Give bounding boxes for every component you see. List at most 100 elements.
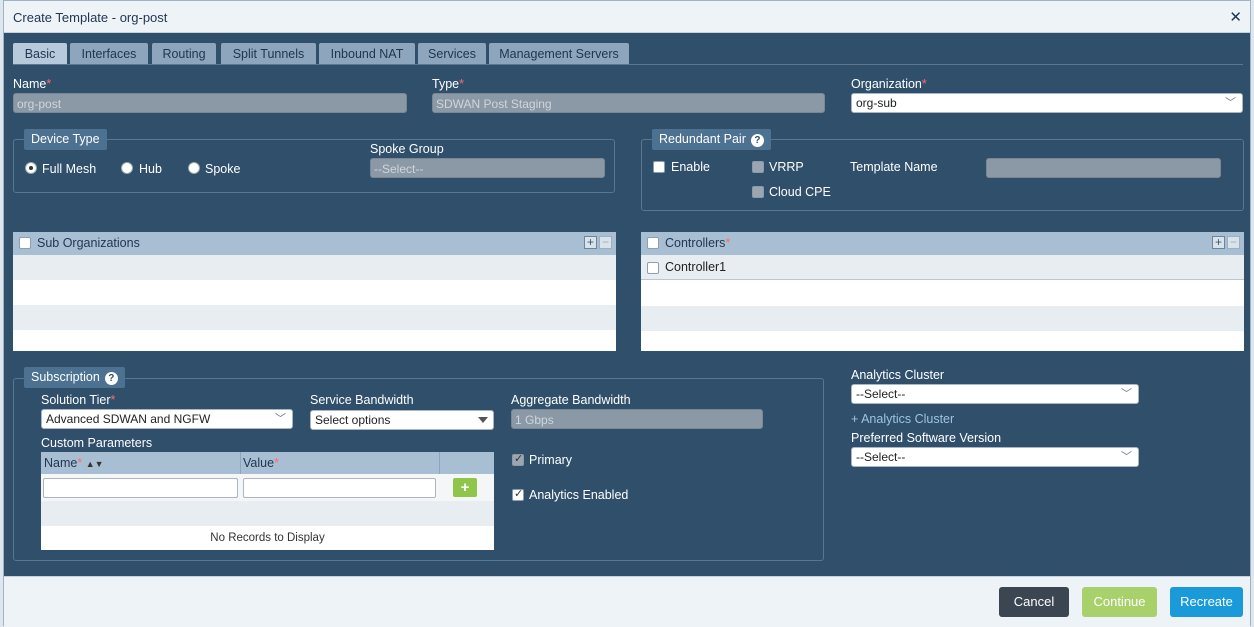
name-column-header[interactable]: Name* ▲▼ (44, 456, 104, 470)
help-icon[interactable]: ? (750, 134, 764, 147)
table-row (13, 305, 616, 330)
table-row (13, 280, 616, 305)
custom-parameters-grid: Name* ▲▼ Value* + No Records to Display (41, 452, 494, 550)
radio-hub[interactable] (121, 162, 133, 174)
tab-basic[interactable]: Basic (13, 43, 67, 65)
grid-header: Name* ▲▼ Value* (41, 452, 494, 474)
recreate-button[interactable]: Recreate (1170, 587, 1243, 617)
tab-management-servers[interactable]: Management Servers (489, 43, 629, 65)
create-template-dialog: Create Template - org-post ✕ Basic Inter… (3, 0, 1251, 627)
radio-full-mesh[interactable] (25, 162, 37, 174)
service-bandwidth-value: Select options (315, 413, 391, 427)
table-row (13, 255, 616, 280)
select-all-checkbox[interactable] (647, 237, 659, 249)
add-icon[interactable]: + (1212, 236, 1225, 249)
device-type-legend: Device Type (24, 129, 107, 150)
radio-spoke[interactable] (188, 162, 200, 174)
new-row: + (41, 474, 494, 501)
table-row[interactable]: Controller1 (641, 255, 1244, 280)
redundant-pair-legend: Redundant Pair? (652, 129, 771, 150)
spoke-group-select[interactable]: --Select-- (370, 158, 605, 178)
tab-services[interactable]: Services (418, 43, 486, 65)
tab-inbound-nat[interactable]: Inbound NAT (319, 43, 415, 65)
dialog-footer: Cancel Continue Recreate (4, 576, 1250, 627)
solution-tier-value: Advanced SDWAN and NGFW (46, 412, 211, 426)
param-value-input[interactable] (243, 478, 436, 498)
remove-icon[interactable]: − (1227, 236, 1240, 249)
organization-label: Organization* (851, 77, 927, 91)
preferred-software-select[interactable]: --Select-- ﹀ (851, 447, 1139, 467)
hub-label: Hub (139, 162, 162, 176)
subscription-legend: Subscription? (24, 367, 125, 388)
table-row (41, 501, 494, 526)
tab-routing[interactable]: Routing (152, 43, 216, 65)
enable-checkbox[interactable] (653, 161, 665, 173)
analytics-cluster-label: Analytics Cluster (851, 368, 945, 382)
analytics-cluster-value: --Select-- (856, 387, 906, 401)
caret-down-icon (478, 417, 488, 423)
controller-name: Controller1 (665, 260, 727, 274)
tab-split-tunnels[interactable]: Split Tunnels (221, 43, 316, 65)
primary-label: Primary (529, 453, 573, 467)
preferred-software-label: Preferred Software Version (851, 431, 1002, 445)
cloud-cpe-label: Cloud CPE (769, 185, 831, 199)
select-all-checkbox[interactable] (19, 237, 31, 249)
type-field[interactable]: SDWAN Post Staging (432, 93, 825, 113)
analytics-enabled-checkbox[interactable] (512, 487, 524, 501)
tab-interfaces[interactable]: Interfaces (70, 43, 148, 65)
value-column-header: Value* (243, 456, 279, 470)
continue-button[interactable]: Continue (1082, 587, 1157, 617)
name-label: Name* (13, 77, 52, 91)
spoke-group-label: Spoke Group (370, 142, 444, 156)
organization-value: org-sub (856, 96, 897, 110)
organization-select[interactable]: org-sub ﹀ (851, 93, 1243, 113)
tab-divider (13, 64, 1243, 65)
add-icon[interactable]: + (584, 236, 597, 249)
sort-icon: ▲▼ (85, 459, 104, 469)
analytics-cluster-select[interactable]: --Select-- ﹀ (851, 384, 1139, 404)
type-label: Type* (432, 77, 464, 91)
aggregate-bandwidth-field[interactable]: 1 Gbps (511, 409, 763, 429)
chevron-down-icon: ﹀ (275, 413, 286, 425)
controllers-header: Controllers* (665, 236, 731, 250)
help-icon[interactable]: ? (104, 372, 118, 385)
vrrp-checkbox[interactable] (752, 161, 764, 173)
service-bandwidth-select[interactable]: Select options (310, 410, 494, 430)
enable-label: Enable (671, 160, 710, 174)
analytics-enabled-label: Analytics Enabled (529, 488, 629, 502)
grid-header: Controllers* + − (641, 232, 1244, 255)
table-row (641, 281, 1244, 306)
dialog-title: Create Template - org-post (13, 10, 168, 25)
sub-organizations-header: Sub Organizations (37, 236, 140, 250)
grid-header: Sub Organizations + − (13, 232, 616, 255)
table-row (641, 306, 1244, 331)
template-name-label: Template Name (850, 160, 938, 174)
template-name-field[interactable] (986, 158, 1221, 178)
add-analytics-cluster-link[interactable]: + Analytics Cluster (851, 412, 954, 426)
close-icon[interactable]: ✕ (1229, 8, 1242, 26)
row-checkbox[interactable] (647, 262, 659, 274)
controllers-grid: Controllers* + − Controller1 (641, 232, 1244, 351)
remove-icon[interactable]: − (599, 236, 612, 249)
redundant-pair-title: Redundant Pair (659, 132, 746, 146)
chevron-down-icon: ﹀ (1121, 388, 1132, 400)
cloud-cpe-checkbox[interactable] (752, 186, 764, 198)
chevron-down-icon: ﹀ (1121, 451, 1132, 463)
subscription-title: Subscription (31, 370, 100, 384)
name-field[interactable]: org-post (13, 93, 407, 113)
chevron-down-icon: ﹀ (1225, 97, 1236, 109)
solution-tier-select[interactable]: Advanced SDWAN and NGFW ﹀ (41, 409, 293, 429)
aggregate-bandwidth-label: Aggregate Bandwidth (511, 393, 631, 407)
spoke-label: Spoke (205, 162, 241, 176)
service-bandwidth-label: Service Bandwidth (310, 393, 414, 407)
column-divider (439, 452, 440, 474)
preferred-software-value: --Select-- (856, 450, 906, 464)
add-param-button[interactable]: + (453, 478, 477, 497)
primary-checkbox[interactable] (512, 452, 524, 466)
custom-parameters-label: Custom Parameters (41, 436, 153, 450)
vrrp-label: VRRP (769, 160, 804, 174)
dialog-titlebar: Create Template - org-post ✕ (4, 1, 1250, 33)
cancel-button[interactable]: Cancel (999, 587, 1069, 617)
param-name-input[interactable] (43, 478, 238, 498)
full-mesh-label: Full Mesh (42, 162, 97, 176)
